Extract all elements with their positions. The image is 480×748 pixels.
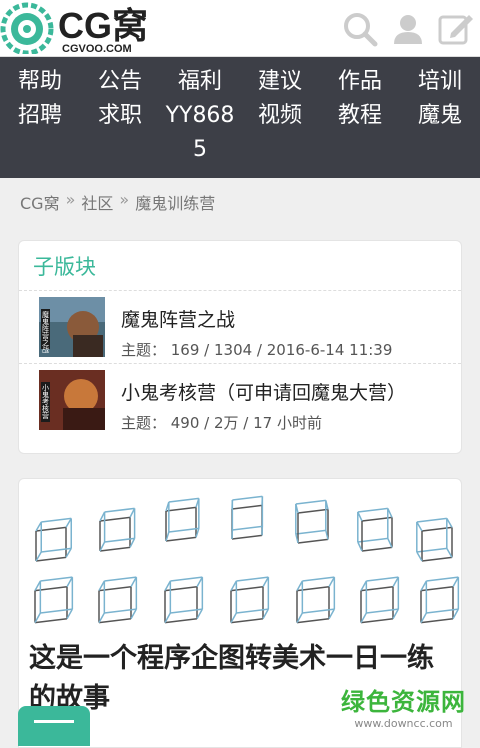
breadcrumb-community[interactable]: 社区: [81, 190, 113, 214]
nav-column: 建议 视频: [240, 65, 320, 178]
svg-text:魔鬼阵营之战: 魔鬼阵营之战: [42, 310, 50, 354]
cube-sketch: [35, 577, 72, 622]
cube-sketch: [361, 577, 398, 622]
cube-sketch: [417, 518, 452, 561]
watermark-url: www.downcc.com: [341, 717, 466, 730]
subforum-meta: 主题： 169 / 1304 / 2016-6-14 11:39: [121, 339, 392, 360]
nav-item-help[interactable]: 帮助: [2, 65, 78, 99]
cube-sketch: [232, 496, 262, 539]
cube-sketch: [296, 500, 328, 543]
menu-button[interactable]: [18, 706, 90, 746]
subforum-name[interactable]: 魔鬼阵营之战: [121, 305, 235, 332]
breadcrumb-separator: »: [119, 190, 129, 214]
subforum-title: 子版块: [19, 241, 461, 291]
subforum-row[interactable]: 小鬼考核营 小鬼考核营（可申请回魔鬼大营） 主题： 490 / 2万 / 17 …: [19, 364, 461, 437]
subforum-thumbnail: 小鬼考核营: [39, 370, 105, 430]
nav-item-training[interactable]: 培训: [402, 65, 478, 99]
nav-column: 公告 求职: [80, 65, 160, 178]
cube-sketch: [165, 577, 202, 622]
cube-sketch: [231, 577, 268, 622]
nav-item-tutorial[interactable]: 教程: [322, 99, 398, 133]
nav-item-notice[interactable]: 公告: [82, 65, 158, 99]
nav-item-video[interactable]: 视频: [242, 99, 318, 133]
cube-sketch: [297, 577, 334, 622]
article-image: [19, 479, 462, 629]
breadcrumb-current: 魔鬼训练营: [135, 190, 215, 214]
subforum-card: 子版块 魔鬼阵营之战 魔鬼阵营之战 主题： 169 / 1304 / 2016-…: [18, 240, 462, 454]
nav-item-yy[interactable]: YY8685: [162, 99, 238, 167]
nav-item-devil[interactable]: 魔鬼: [402, 99, 478, 133]
watermark-title: 绿色资源网: [341, 682, 466, 717]
subforum-name[interactable]: 小鬼考核营（可申请回魔鬼大营）: [121, 378, 406, 405]
nav-column: 培训 魔鬼: [400, 65, 480, 178]
nav-item-works[interactable]: 作品: [322, 65, 398, 99]
subforum-row[interactable]: 魔鬼阵营之战 魔鬼阵营之战 主题： 169 / 1304 / 2016-6-14…: [19, 291, 461, 364]
cube-sketch: [36, 518, 71, 561]
subforum-meta: 主题： 490 / 2万 / 17 小时前: [121, 412, 322, 433]
nav-item-jobs[interactable]: 招聘: [2, 99, 78, 133]
cube-sketch: [166, 498, 199, 541]
nav-item-job-seek[interactable]: 求职: [82, 99, 158, 133]
top-header: CG窝 CGVOO.COM: [0, 0, 480, 57]
cube-sketch: [358, 508, 392, 551]
cube-sketch: [100, 508, 135, 551]
breadcrumb: CG窝 » 社区 » 魔鬼训练营: [20, 190, 215, 214]
cube-sketch: [99, 577, 136, 622]
svg-text:CGVOO.COM: CGVOO.COM: [62, 43, 132, 54]
nav-item-suggest[interactable]: 建议: [242, 65, 318, 99]
nav-item-welfare[interactable]: 福利: [162, 65, 238, 99]
breadcrumb-home[interactable]: CG窝: [20, 190, 60, 214]
edit-icon[interactable]: [432, 0, 480, 57]
subforum-thumbnail: 魔鬼阵营之战: [39, 297, 105, 357]
watermark: 绿色资源网 www.downcc.com: [341, 682, 466, 730]
nav-column: 福利 YY8685: [160, 65, 240, 178]
svg-text:小鬼考核营: 小鬼考核营: [42, 383, 50, 420]
user-icon[interactable]: [384, 0, 432, 57]
nav-column: 帮助 招聘: [0, 65, 80, 178]
nav-column: 作品 教程: [320, 65, 400, 178]
cube-sketch: [421, 577, 458, 622]
svg-text:CG窝: CG窝: [58, 5, 148, 46]
site-logo[interactable]: CG窝 CGVOO.COM: [0, 2, 182, 54]
search-icon[interactable]: [336, 0, 384, 57]
main-nav: 帮助 招聘 公告 求职 福利 YY8685 建议 视频 作品 教程 培训 魔鬼: [0, 57, 480, 178]
breadcrumb-separator: »: [66, 190, 76, 214]
